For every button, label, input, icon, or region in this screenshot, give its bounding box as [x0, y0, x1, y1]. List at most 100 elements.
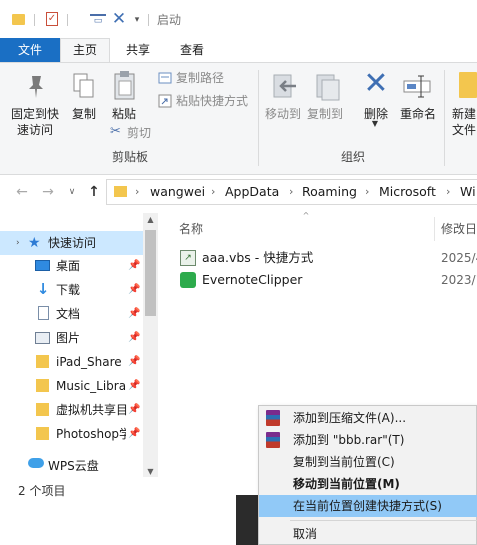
toolbar-divider — [148, 14, 149, 26]
breadcrumb-roaming[interactable]: Roaming — [302, 183, 357, 201]
breadcrumb-separator-icon[interactable]: › — [135, 183, 139, 201]
folder-icon — [114, 186, 127, 197]
sidebar-item-downloads[interactable]: 下载 — [56, 278, 80, 302]
new-folder-icon — [459, 72, 477, 98]
new-folder-button-line2[interactable]: 文件 — [452, 122, 477, 138]
breadcrumb-windows[interactable]: Wi — [460, 183, 477, 201]
pin-icon: 📌 — [128, 284, 141, 295]
file-date: 2023/1 — [441, 273, 477, 287]
breadcrumb-microsoft[interactable]: Microsoft — [379, 183, 436, 201]
breadcrumb-separator-icon[interactable]: › — [365, 183, 369, 201]
paste-button[interactable]: 粘贴 — [106, 106, 142, 122]
breadcrumb-separator-icon[interactable]: › — [446, 183, 450, 201]
item-count: 2 个项目 — [18, 484, 66, 498]
title-bar — [0, 0, 477, 40]
customize-toolbar-icon[interactable]: ▾ — [132, 10, 142, 30]
pin-icon: 📌 — [128, 260, 141, 271]
toolbar-divider — [34, 14, 35, 26]
sort-ascending-icon: ^ — [302, 211, 310, 220]
pin-quick-access-label-1[interactable]: 固定到快 — [6, 106, 64, 122]
copy-button[interactable]: 复制 — [66, 106, 102, 122]
window-title: 启动 — [157, 13, 182, 27]
sidebar-item-documents[interactable]: 文档 — [56, 302, 80, 326]
document-icon — [38, 306, 49, 320]
column-header-name[interactable]: 名称 — [179, 219, 203, 239]
expand-chevron-icon[interactable]: › — [16, 231, 28, 255]
sidebar-item-music-library[interactable]: Music_Librar — [56, 374, 126, 398]
chevron-down-icon[interactable]: ▼ — [369, 118, 381, 130]
ribbon-group-divider — [444, 70, 445, 166]
tab-view[interactable]: 查看 — [172, 38, 212, 62]
delete-icon[interactable]: ✕ — [111, 9, 127, 29]
winrar-icon — [266, 410, 280, 426]
organize-group-label: 组织 — [340, 150, 365, 164]
recent-locations-icon[interactable]: ∨ — [64, 183, 80, 201]
scroll-up-icon[interactable]: ▲ — [144, 214, 157, 226]
menu-item-add-to-bbb-rar[interactable]: 添加到 "bbb.rar"(T) — [259, 429, 477, 451]
pin-quick-access-label-2[interactable]: 速访问 — [6, 122, 64, 138]
copy-to-button[interactable]: 复制到 — [304, 106, 346, 122]
pin-icon: 📌 — [128, 332, 141, 343]
sidebar-item-pictures[interactable]: 图片 — [56, 326, 80, 350]
desktop-icon — [35, 260, 50, 271]
cut-icon: ✂ — [110, 124, 121, 139]
folder-icon — [36, 355, 49, 368]
rename-icon[interactable]: ▭ — [90, 14, 106, 26]
breadcrumb-separator-icon[interactable]: › — [289, 183, 293, 201]
copy-path-button[interactable]: 复制路径 — [176, 70, 224, 86]
tab-home[interactable]: 主页 — [60, 38, 110, 62]
cut-button[interactable]: 剪切 — [127, 125, 151, 141]
pin-icon: 📌 — [128, 404, 141, 415]
pin-icon: 📌 — [128, 380, 141, 391]
paste-shortcut-icon — [158, 94, 172, 108]
move-to-icon — [273, 74, 296, 98]
scrollbar-thumb[interactable] — [145, 230, 156, 316]
winrar-icon — [266, 432, 280, 448]
breadcrumb-separator-icon[interactable]: › — [211, 183, 215, 201]
tab-share[interactable]: 共享 — [118, 38, 158, 62]
breadcrumb-wangwei[interactable]: wangwei — [150, 183, 205, 201]
file-name[interactable]: aaa.vbs - 快捷方式 — [202, 249, 313, 267]
column-header-date[interactable]: 修改日 — [441, 219, 477, 239]
sidebar-item-photoshop[interactable]: Photoshop学 — [56, 422, 126, 446]
forward-arrow-icon[interactable]: → — [40, 183, 56, 201]
menu-item-add-to-archive[interactable]: 添加到压缩文件(A)... — [259, 407, 477, 429]
star-icon: ★ — [28, 235, 41, 251]
menu-separator — [290, 520, 477, 521]
move-to-button[interactable]: 移动到 — [262, 106, 304, 122]
menu-item-copy-here[interactable]: 复制到当前位置(C) — [259, 451, 477, 473]
folder-icon — [36, 379, 49, 392]
pin-icon: 📌 — [128, 308, 141, 319]
file-name[interactable]: EvernoteClipper — [202, 271, 302, 289]
toolbar-divider — [67, 14, 68, 26]
menu-item-create-shortcut[interactable]: 在当前位置创建快捷方式(S) — [259, 495, 477, 517]
folder-icon — [36, 403, 49, 416]
up-arrow-icon[interactable]: ↑ — [86, 183, 102, 201]
sidebar-item-ipad-share[interactable]: iPad_Share — [56, 350, 126, 374]
ribbon-group-divider — [258, 70, 259, 166]
picture-icon — [35, 332, 50, 344]
breadcrumb-appdata[interactable]: AppData — [225, 183, 279, 201]
column-divider — [434, 217, 435, 241]
tab-file[interactable]: 文件 — [0, 38, 60, 62]
menu-item-cancel[interactable]: 取消 — [259, 523, 477, 545]
vbs-shortcut-icon: ↗ — [180, 250, 196, 266]
cloud-icon — [28, 458, 44, 468]
paste-shortcut-button[interactable]: 粘贴快捷方式 — [176, 93, 248, 109]
sidebar-item-wps-cloud[interactable]: WPS云盘 — [48, 454, 99, 478]
status-bar: 2 个项目 — [0, 477, 230, 505]
clipboard-group-label: 剪贴板 — [111, 150, 148, 164]
rename-button[interactable]: 重命名 — [396, 106, 440, 122]
menu-item-move-here[interactable]: 移动到当前位置(M) — [259, 473, 477, 495]
folder-icon — [12, 14, 25, 25]
back-arrow-icon[interactable]: ← — [14, 183, 30, 201]
sidebar-item-quick-access[interactable]: 快速访问 — [48, 231, 96, 255]
sidebar-item-vm-share[interactable]: 虚拟机共享目 — [56, 398, 128, 422]
new-folder-button[interactable]: 新建 — [452, 106, 477, 122]
pin-icon: 📌 — [128, 356, 141, 367]
paste-icon — [114, 71, 135, 100]
sidebar-item-desktop[interactable]: 桌面 — [56, 254, 80, 278]
properties-icon[interactable]: ✓ — [46, 12, 58, 26]
desktop-background — [0, 505, 258, 545]
evernote-icon — [180, 272, 196, 288]
